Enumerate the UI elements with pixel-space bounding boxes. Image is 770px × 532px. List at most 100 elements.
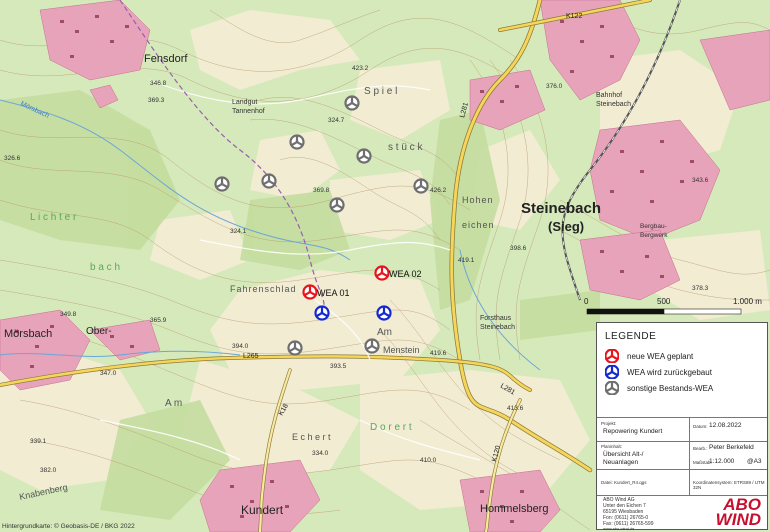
- place-steinebach-station: Steinebach: [596, 101, 631, 108]
- existing-wea-icon[interactable]: [344, 95, 360, 111]
- legend-label: sonstige Bestands-WEA: [627, 383, 714, 393]
- new-wea-02-icon[interactable]: [374, 265, 390, 281]
- datum-value: 12.08.2022: [709, 422, 742, 429]
- datum-key: Datum:: [693, 424, 708, 429]
- existing-wea-icon[interactable]: [289, 134, 305, 150]
- place-bahnhof: Bahnhof: [596, 92, 622, 99]
- place-forsthaus: Forsthaus: [480, 315, 512, 322]
- existing-wea-icon[interactable]: [329, 197, 345, 213]
- projekt-key: Projekt:: [601, 421, 617, 426]
- elevation-label: 369.8: [313, 187, 330, 194]
- company-web: www.abo-wind.de: [603, 526, 635, 531]
- elevation-label: 423.2: [352, 65, 369, 72]
- elevation-label: 324.1: [230, 228, 247, 235]
- place-tannenhof: Tannenhof: [232, 108, 265, 115]
- elevation-label: 349.8: [60, 311, 77, 318]
- datei-info: Datei: Kundert_R4.qgs: [601, 480, 647, 485]
- legend-label: neue WEA geplant: [627, 351, 694, 361]
- place-hommelsberg: Hommelsberg: [480, 503, 548, 515]
- elevation-label: 394.0: [232, 343, 249, 350]
- legend-title: LEGENDE: [605, 331, 657, 342]
- removed-wea-icon[interactable]: [376, 305, 392, 321]
- koordinaten-info: Koordinatensystem: ETRS89 / UTM 32N: [693, 480, 765, 490]
- area-echert: E c h e r t: [292, 432, 331, 442]
- area-spiel: S p i e l: [364, 86, 397, 97]
- place-landgut: Landgut: [232, 99, 257, 106]
- elevation-label: 343.6: [692, 177, 709, 184]
- wea-02-label: WEA 02: [389, 269, 422, 279]
- place-sieg: (Sieg): [548, 219, 584, 234]
- bearb-value: Peter Berkefeld: [709, 444, 754, 451]
- planinhalt-key: Planinhalt:: [601, 444, 623, 449]
- elevation-label: 324.7: [328, 117, 345, 124]
- elevation-label: 382.0: [40, 467, 57, 474]
- road-k122: K122: [566, 13, 582, 20]
- existing-wea-icon[interactable]: [287, 340, 303, 356]
- new-wea-icon: [605, 349, 619, 363]
- legend-item-new: neue WEA geplant: [605, 349, 693, 363]
- planinhalt-value-1: Übersicht Alt-/: [603, 451, 644, 458]
- elevation-label: 326.6: [4, 155, 21, 162]
- elevation-label: 393.5: [330, 363, 347, 370]
- elevation-label: 346.8: [150, 80, 167, 87]
- existing-wea-icon[interactable]: [261, 173, 277, 189]
- legend-label: WEA wird zurückgebaut: [627, 367, 712, 377]
- format-value: @A3: [747, 458, 762, 465]
- elevation-label: 413.6: [507, 405, 524, 412]
- area-am-lower: A m: [165, 398, 182, 409]
- elevation-label: 376.0: [546, 83, 563, 90]
- elevation-label: 347.0: [100, 370, 117, 377]
- elevation-label: 369.3: [148, 97, 165, 104]
- place-bergwerk: Bergwerk: [640, 232, 668, 239]
- area-bach: b a c h: [90, 262, 120, 273]
- existing-wea-icon[interactable]: [214, 176, 230, 192]
- place-fensdorf: Fensdorf: [144, 53, 188, 65]
- elevation-label: 365.9: [150, 317, 167, 324]
- elevation-label: 419.1: [458, 257, 475, 264]
- area-hohen: Hohen: [462, 195, 494, 205]
- area-eichen: eichen: [462, 220, 495, 230]
- abo-wind-logo: ABO WIND: [715, 496, 761, 529]
- logo-wind: WIND: [715, 510, 761, 529]
- planinhalt-value-2: Neuanlagen: [603, 459, 639, 466]
- legend-item-removed: WEA wird zurückgebaut: [605, 365, 712, 379]
- scale-zero: 0: [584, 297, 589, 306]
- removed-wea-icon: [605, 365, 619, 379]
- existing-wea-icon[interactable]: [364, 338, 380, 354]
- scale-bar-white-2: [663, 308, 742, 315]
- elevation-label: 419.6: [430, 350, 447, 357]
- elevation-label: 334.0: [312, 450, 329, 457]
- place-ober: Ober-: [86, 326, 112, 337]
- legend-item-existing: sonstige Bestands-WEA: [605, 381, 713, 395]
- legend-panel: LEGENDE neue WEA geplant WEA wird zurück…: [596, 322, 768, 531]
- massstab-value: 1:12.000: [709, 458, 735, 465]
- area-am-upper: Am: [377, 327, 392, 338]
- projekt-value: Repowering Kundert: [603, 428, 663, 435]
- elevation-label: 426.2: [430, 187, 447, 194]
- place-moersbach: Mörsbach: [4, 328, 52, 340]
- area-menstein: Menstein: [383, 345, 420, 355]
- scale-bar-black-1: [587, 309, 664, 314]
- place-forsthaus-steinebach: Steinebach: [480, 324, 515, 331]
- new-wea-01-icon[interactable]: [302, 284, 318, 300]
- existing-wea-icon[interactable]: [356, 148, 372, 164]
- elevation-label: 339.1: [30, 438, 47, 445]
- area-lichter: L i c h t e r: [30, 212, 77, 223]
- scale-end: 1.000 m: [733, 297, 762, 306]
- elevation-label: 398.6: [510, 245, 527, 252]
- place-steinebach: Steinebach: [521, 200, 601, 217]
- wea-01-label: WEA 01: [317, 288, 350, 298]
- place-kundert: Kundert: [241, 503, 284, 517]
- road-l265: L265: [243, 353, 259, 360]
- existing-wea-icon[interactable]: [413, 178, 429, 194]
- elevation-label: 410.0: [420, 457, 437, 464]
- removed-wea-icon[interactable]: [314, 305, 330, 321]
- area-fahrenschlad: Fahrenschlad: [230, 284, 297, 294]
- place-bergbau: Bergbau-: [640, 223, 667, 230]
- bearb-key: Bearb.:: [693, 446, 708, 451]
- scale-mid: 500: [657, 297, 671, 306]
- map-credit: Hintergrundkarte: © Geobasis-DE / BKG 20…: [2, 522, 135, 530]
- existing-wea-icon: [605, 381, 619, 395]
- area-stueck: s t ü c k: [388, 142, 423, 153]
- area-dorert: D o r e r t: [370, 422, 412, 433]
